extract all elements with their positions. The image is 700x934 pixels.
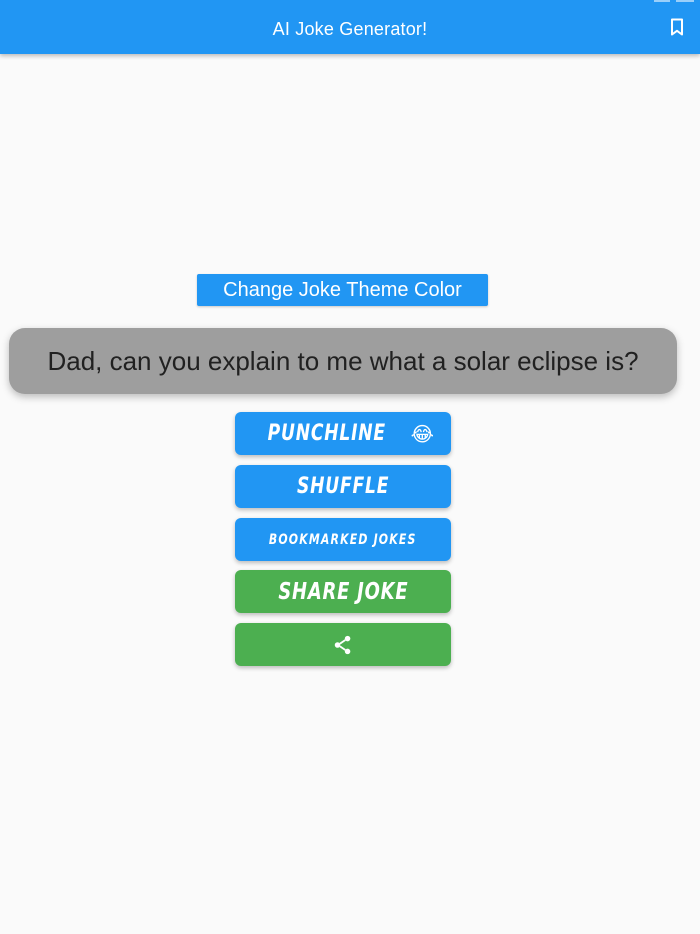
change-theme-color-button[interactable]: Change Joke Theme Color — [197, 274, 488, 306]
bookmark-icon — [669, 18, 685, 40]
joke-setup-text: Dad, can you explain to me what a solar … — [47, 345, 639, 376]
share-joke-button[interactable]: Share Joke — [235, 570, 451, 613]
joke-card: Dad, can you explain to me what a solar … — [9, 328, 677, 394]
change-theme-color-label: Change Joke Theme Color — [223, 278, 462, 301]
punchline-button[interactable]: Punchline 😂 — [235, 412, 451, 455]
bookmarked-jokes-button[interactable]: Bookmarked Jokes — [235, 518, 451, 561]
share-icon — [332, 634, 354, 656]
shuffle-button[interactable]: Shuffle — [235, 465, 451, 508]
app-title: AI Joke Generator! — [272, 18, 428, 39]
laughing-emoji-icon: 😂 — [410, 421, 435, 446]
bookmark-button[interactable] — [664, 16, 690, 42]
share-icon-button[interactable] — [235, 623, 451, 666]
bookmarked-jokes-label: Bookmarked Jokes — [269, 531, 417, 548]
shuffle-label: Shuffle — [296, 474, 390, 499]
punchline-label: Punchline — [267, 421, 386, 446]
status-bar-indicators — [604, 0, 694, 3]
app-bar: AI Joke Generator! — [0, 0, 700, 54]
share-joke-label: Share Joke — [277, 578, 409, 605]
